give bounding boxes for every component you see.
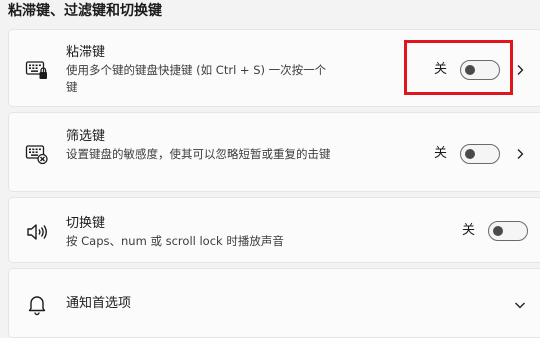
toggle-knob bbox=[465, 149, 475, 159]
filter-keys-state: 关 bbox=[434, 146, 448, 161]
toggle-keys-title: 切换键 bbox=[66, 216, 106, 231]
filter-keys-toggle[interactable] bbox=[460, 144, 500, 164]
toggle-keys-description: 按 Caps、num 或 scroll lock 时播放声音 bbox=[66, 234, 284, 248]
chevron-right-icon[interactable] bbox=[514, 64, 526, 76]
notification-title: 通知首选项 bbox=[66, 296, 132, 311]
toggle-keys-card: 切换键 按 Caps、num 或 scroll lock 时播放声音 关 bbox=[8, 197, 540, 263]
chevron-right-icon[interactable] bbox=[514, 148, 526, 160]
keyboard-filter-icon bbox=[25, 142, 49, 166]
speaker-icon bbox=[25, 220, 49, 244]
toggle-keys-toggle[interactable] bbox=[488, 221, 528, 241]
filter-keys-card[interactable]: 筛选键 设置键盘的敏感度，使其可以忽略短暂或重复的击键 关 bbox=[8, 112, 540, 192]
keyboard-lock-icon bbox=[25, 58, 49, 82]
filter-keys-title: 筛选键 bbox=[66, 129, 106, 144]
filter-keys-description: 设置键盘的敏感度，使其可以忽略短暂或重复的击键 bbox=[66, 147, 331, 161]
sticky-keys-description: 使用多个键的键盘快捷键 (如 Ctrl + S) 一次按一个键 bbox=[66, 63, 327, 94]
notification-card[interactable]: 通知首选项 bbox=[8, 268, 540, 338]
chevron-down-icon[interactable] bbox=[514, 299, 526, 311]
toggle-knob bbox=[493, 226, 503, 236]
bell-icon bbox=[25, 292, 49, 316]
highlight-box bbox=[404, 40, 513, 95]
toggle-keys-state: 关 bbox=[462, 223, 476, 238]
section-header: 粘滞键、过滤键和切换键 bbox=[8, 3, 162, 19]
sticky-keys-title: 粘滞键 bbox=[66, 45, 106, 60]
